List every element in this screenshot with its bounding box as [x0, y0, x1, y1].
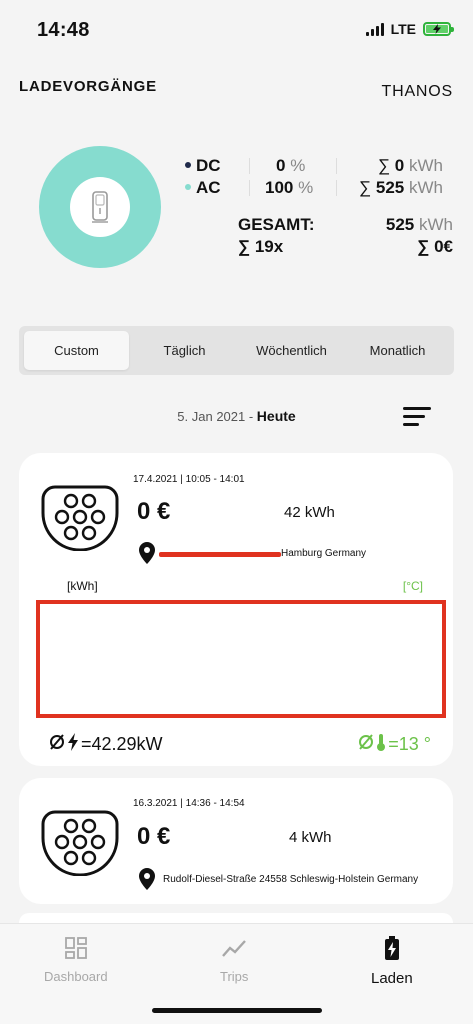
- session-datetime: 16.3.2021 | 14:36 - 14:54: [133, 798, 245, 809]
- session-price: 0 €: [137, 823, 171, 850]
- total-cost: ∑ 0€: [417, 237, 453, 256]
- location-pin-icon: [139, 868, 155, 895]
- network-label: LTE: [390, 21, 416, 37]
- redacted-street-mark: [159, 552, 281, 557]
- ac-legend-dot: [185, 183, 191, 190]
- chart-temp-axis-label: [°C]: [402, 579, 423, 593]
- segment-custom[interactable]: Custom: [24, 331, 129, 370]
- type2-plug-icon: [41, 483, 119, 556]
- dc-energy: ∑ 0 kWh: [377, 156, 443, 175]
- total-energy: 525 kWh: [385, 215, 453, 234]
- sort-filter-icon[interactable]: [402, 406, 432, 433]
- session-price: 0 €: [137, 498, 171, 525]
- average-icon: [358, 733, 374, 756]
- session-address: Hamburg Germany: [281, 548, 367, 559]
- charger-icon: [70, 177, 130, 237]
- session-datetime: 17.4.2021 | 10:05 - 14:01: [133, 474, 245, 485]
- segment-monthly[interactable]: Monatlich: [345, 331, 450, 370]
- charging-icon: [384, 936, 400, 964]
- dc-label: DC: [196, 156, 221, 175]
- dc-row: DC: [185, 156, 221, 176]
- home-indicator: [152, 1008, 322, 1013]
- session-chart-area: [36, 600, 446, 718]
- dashboard-icon: [64, 936, 88, 963]
- tab-dashboard[interactable]: Dashboard: [44, 936, 108, 984]
- session-address: Rudolf-Diesel-Straße 24558 Schleswig-Hol…: [163, 874, 419, 885]
- ac-row: AC: [185, 178, 221, 198]
- chart-kwh-axis-label: [kWh]: [67, 579, 98, 593]
- tab-laden[interactable]: Laden: [371, 936, 413, 987]
- avg-power: =42.29kW: [49, 733, 163, 756]
- segment-weekly[interactable]: Wöchentlich: [239, 331, 344, 370]
- period-segmented-control: Custom Täglich Wöchentlich Monatlich: [19, 326, 454, 375]
- ac-energy: ∑ 525 kWh: [359, 178, 443, 197]
- signal-icon: [365, 22, 384, 36]
- avg-temperature: =13 °: [358, 733, 431, 756]
- session-energy: 42 kWh: [284, 504, 335, 521]
- type2-plug-icon: [41, 808, 119, 881]
- ac-percent: 100 %: [265, 178, 314, 197]
- ac-label: AC: [196, 178, 221, 197]
- bolt-icon: [67, 733, 79, 756]
- segment-daily[interactable]: Täglich: [132, 331, 237, 370]
- date-label: Heute: [256, 408, 296, 424]
- location-pin-icon: [139, 542, 155, 569]
- trips-icon: [221, 936, 247, 963]
- session-card[interactable]: 17.4.2021 | 10:05 - 14:01 0 € 42 kWh Ham…: [19, 453, 453, 766]
- ac-dc-donut-chart: [39, 146, 161, 268]
- page-title: LADEVORGÄNGE: [19, 78, 157, 95]
- total-count: ∑ 19x: [238, 237, 284, 256]
- dc-percent: 0 %: [276, 156, 306, 175]
- thermometer-icon: [376, 733, 386, 756]
- tab-trips[interactable]: Trips: [220, 936, 248, 984]
- status-time: 14:48: [37, 19, 90, 41]
- total-label: GESAMT:: [238, 215, 315, 234]
- battery-icon: [423, 22, 454, 36]
- session-energy: 4 kWh: [289, 829, 332, 846]
- session-card[interactable]: 16.3.2021 | 14:36 - 14:54 0 € 4 kWh Rudo…: [19, 778, 453, 904]
- status-indicators: LTE: [365, 21, 454, 37]
- average-icon: [49, 733, 65, 756]
- date-range: 5. Jan 2021 -: [177, 409, 257, 424]
- user-name[interactable]: THANOS: [382, 83, 453, 101]
- dc-legend-dot: [185, 161, 191, 168]
